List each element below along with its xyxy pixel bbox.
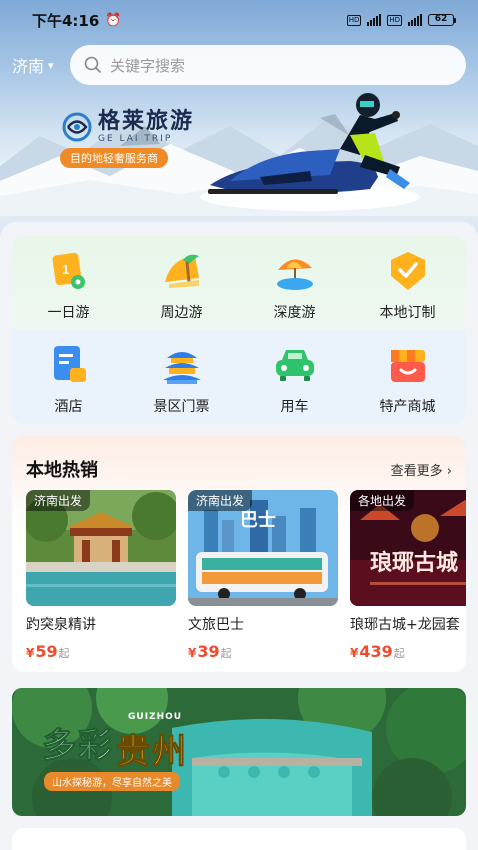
svg-text:巴士: 巴士 xyxy=(240,510,276,531)
battery-level: 62 xyxy=(428,14,454,26)
svg-text:琅琊古城: 琅琊古城 xyxy=(370,550,458,576)
hot-sales-section: 本地热销 查看更多 › 济南出发 趵突泉精讲 ¥59起 巴士 济南出发 文旅巴士… xyxy=(12,436,466,672)
price-value: 39 xyxy=(197,642,220,661)
category-grid: 1 一日游 周边游 深度游 本地订制 酒店 景区门票 用车 特产商城 xyxy=(12,236,466,424)
product-image: 琅琊古城 各地出发 xyxy=(350,490,466,606)
city-selector[interactable]: 济南 ▾ xyxy=(12,53,70,77)
search-input[interactable]: 关键字搜索 xyxy=(70,45,466,85)
banner-subtitle: 山水探秘游，尽享自然之美 xyxy=(44,772,180,791)
temple-icon xyxy=(157,340,207,390)
price-value: 59 xyxy=(35,642,58,661)
section-title-plain: 本地 xyxy=(26,460,62,481)
snowmobile-rider-image xyxy=(200,93,420,211)
price-currency: ¥ xyxy=(26,646,35,660)
status-time: 下午4:16 xyxy=(32,11,100,30)
category-label: 周边游 xyxy=(160,305,203,321)
category-label: 本地订制 xyxy=(379,305,436,321)
brand-logo: 格莱旅游 GE LAI TRIP 目的地轻奢服务商 xyxy=(60,110,194,168)
banner-title-en: GUIZHOU xyxy=(128,712,183,722)
product-card[interactable]: 济南出发 趵突泉精讲 ¥59起 xyxy=(26,490,176,661)
category-hotel[interactable]: 酒店 xyxy=(12,330,125,424)
banner-title-part2: 贵州 xyxy=(116,732,188,773)
product-name: 趵突泉精讲 xyxy=(26,617,96,633)
chevron-down-icon: ▾ xyxy=(48,58,54,72)
category-nearby-tour[interactable]: 周边游 xyxy=(125,236,238,330)
product-price: ¥439起 xyxy=(350,642,466,661)
hotel-icon xyxy=(44,340,94,390)
palm-icon xyxy=(157,246,207,296)
category-custom-tour[interactable]: 本地订制 xyxy=(351,236,464,330)
category-shop[interactable]: 特产商城 xyxy=(351,330,464,424)
product-name: 文旅巴士 xyxy=(188,617,244,633)
hd-icon-2: HD xyxy=(387,14,402,26)
price-currency: ¥ xyxy=(350,646,359,660)
hd-icon: HD xyxy=(346,14,362,26)
hero-banner[interactable]: 下午4:16 ⏰ HD HD 62 济南 ▾ 关键字搜索 格莱旅游 GE LAI… xyxy=(0,0,478,240)
category-tickets[interactable]: 景区门票 xyxy=(125,330,238,424)
brand-swirl-icon xyxy=(62,112,92,142)
brand-tagline: 目的地轻奢服务商 xyxy=(60,148,168,168)
category-car[interactable]: 用车 xyxy=(238,330,351,424)
search-icon xyxy=(84,56,101,73)
category-label: 特产商城 xyxy=(379,399,436,415)
price-currency: ¥ xyxy=(188,646,197,660)
brand-name: 格莱旅游 xyxy=(98,109,195,134)
price-suffix: 起 xyxy=(393,647,405,660)
price-suffix: 起 xyxy=(220,647,232,660)
umbrella-icon xyxy=(270,246,320,296)
category-label: 一日游 xyxy=(47,305,90,321)
promo-banner[interactable]: GUIZHOU 多彩 贵州 山水探秘游，尽享自然之美 xyxy=(12,688,466,816)
product-price: ¥59起 xyxy=(26,642,176,661)
section-title: 本地热销 xyxy=(26,456,98,482)
alarm-off-icon: ⏰ xyxy=(105,12,122,28)
category-label: 深度游 xyxy=(273,305,316,321)
category-label: 用车 xyxy=(280,399,309,415)
city-label: 济南 xyxy=(12,57,45,76)
flag-icon: 1 xyxy=(44,246,94,296)
departure-tag: 各地出发 xyxy=(350,490,415,511)
signal-icon-2 xyxy=(408,14,422,26)
price-suffix: 起 xyxy=(58,647,70,660)
top-bar: 济南 ▾ 关键字搜索 xyxy=(0,42,478,88)
signal-icon xyxy=(367,14,382,26)
next-section-peek xyxy=(12,828,466,850)
category-label: 景区门票 xyxy=(153,399,210,415)
departure-tag: 济南出发 xyxy=(26,490,91,511)
departure-tag: 济南出发 xyxy=(188,490,253,511)
banner-title-part1: 多彩 xyxy=(42,726,114,767)
category-deep-tour[interactable]: 深度游 xyxy=(238,236,351,330)
category-label: 酒店 xyxy=(54,399,83,415)
search-placeholder: 关键字搜索 xyxy=(110,56,186,75)
battery-icon: 62 xyxy=(428,14,456,26)
car-icon xyxy=(270,340,320,390)
shop-icon xyxy=(383,340,433,390)
product-card[interactable]: 琅琊古城 各地出发 琅琊古城+龙园套 ¥439起 xyxy=(350,490,466,661)
product-image: 巴士 济南出发 xyxy=(188,490,338,606)
product-image: 济南出发 xyxy=(26,490,176,606)
badge-icon xyxy=(383,246,433,296)
chevron-right-icon: › xyxy=(446,464,452,479)
price-value: 439 xyxy=(359,642,393,661)
category-day-tour[interactable]: 1 一日游 xyxy=(12,236,125,330)
product-name: 琅琊古城+龙园套 xyxy=(350,617,460,633)
svg-text:1: 1 xyxy=(62,262,69,277)
product-price: ¥39起 xyxy=(188,642,338,661)
section-title-accent: 热销 xyxy=(62,460,98,481)
brand-en: GE LAI TRIP xyxy=(98,134,173,144)
status-bar: 下午4:16 ⏰ HD HD 62 xyxy=(0,0,478,40)
view-more-label: 查看更多 xyxy=(390,464,443,479)
product-card[interactable]: 巴士 济南出发 文旅巴士 ¥39起 xyxy=(188,490,338,661)
view-more-link[interactable]: 查看更多 › xyxy=(391,460,452,479)
